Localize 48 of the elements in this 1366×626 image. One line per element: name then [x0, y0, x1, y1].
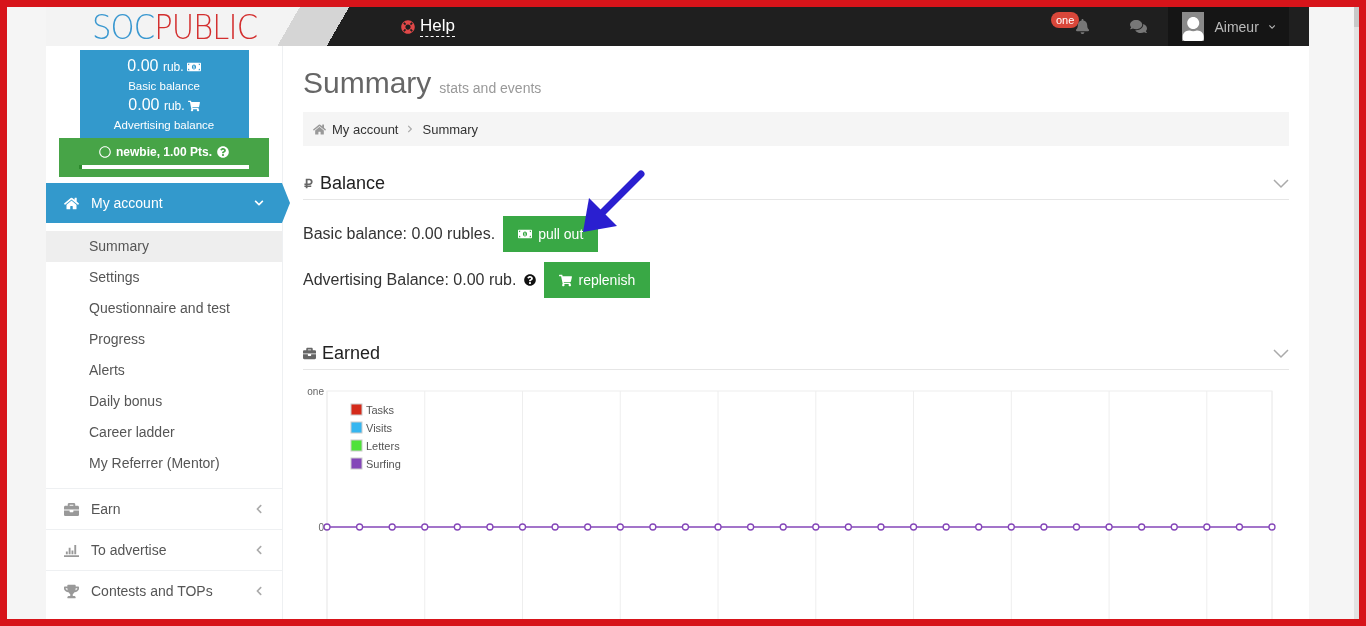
chevron-icon	[254, 545, 264, 555]
active-pointer	[282, 183, 290, 223]
home-icon	[64, 195, 79, 211]
axis-label: 0	[318, 522, 324, 533]
legend-label: Visits	[366, 422, 393, 434]
axis-label: one	[307, 386, 324, 397]
page-title: Summary	[303, 66, 432, 100]
rank-text: newbie, 1.00 Pts.	[115, 145, 212, 159]
basic-balance-amount: 0.00 rub.	[127, 56, 184, 76]
bar-chart-icon	[64, 542, 79, 558]
ad-balance-label: Advertising balance	[112, 118, 216, 133]
briefcase-icon	[64, 501, 79, 517]
separator-icon	[406, 125, 415, 133]
chevron-icon	[254, 198, 264, 208]
cart-icon	[559, 273, 573, 287]
scrollbar[interactable]	[1354, 7, 1359, 619]
legend-label: Letters	[366, 440, 400, 452]
caret-icon	[1268, 22, 1275, 31]
avatar-icon	[1182, 12, 1205, 41]
home-icon	[313, 122, 326, 136]
banknote-icon	[518, 227, 533, 241]
basic-balance-label: Basic balance	[127, 79, 201, 94]
help-icon[interactable]	[524, 274, 537, 286]
page-subtitle: stats and events	[439, 80, 542, 96]
legend-label: Surfing	[366, 458, 401, 470]
balance-text: Advertising Balance: 0.00 rub.	[303, 271, 517, 289]
user-menu[interactable]: Aimeur	[1168, 7, 1289, 46]
section-title: Balance	[320, 173, 387, 194]
cart-icon	[187, 99, 200, 112]
ad-balance-amount: 0.00 rub.	[128, 95, 185, 115]
breadcrumb-link[interactable]: My account	[313, 121, 399, 137]
submenu-item[interactable]: Summary	[46, 231, 282, 262]
chevron-icon	[254, 504, 264, 514]
chat-icon	[1129, 18, 1147, 35]
breadcrumb-current: Summary	[422, 121, 479, 137]
bell-icon	[1074, 19, 1090, 34]
briefcase-icon	[303, 347, 316, 360]
legend-label: Tasks	[366, 404, 395, 416]
help-link[interactable]: Help	[401, 7, 455, 46]
chevron-icon	[254, 586, 264, 596]
collapse-button[interactable]	[1273, 348, 1289, 359]
notification-badge: one	[1051, 12, 1080, 28]
trophy-icon	[64, 583, 79, 599]
collapse-button[interactable]	[1273, 178, 1289, 189]
ruble-icon	[303, 178, 314, 189]
section-title: Earned	[322, 343, 382, 364]
lifebuoy-icon	[401, 19, 415, 34]
balance-text: Basic balance: 0.00 rubles.	[303, 225, 496, 243]
